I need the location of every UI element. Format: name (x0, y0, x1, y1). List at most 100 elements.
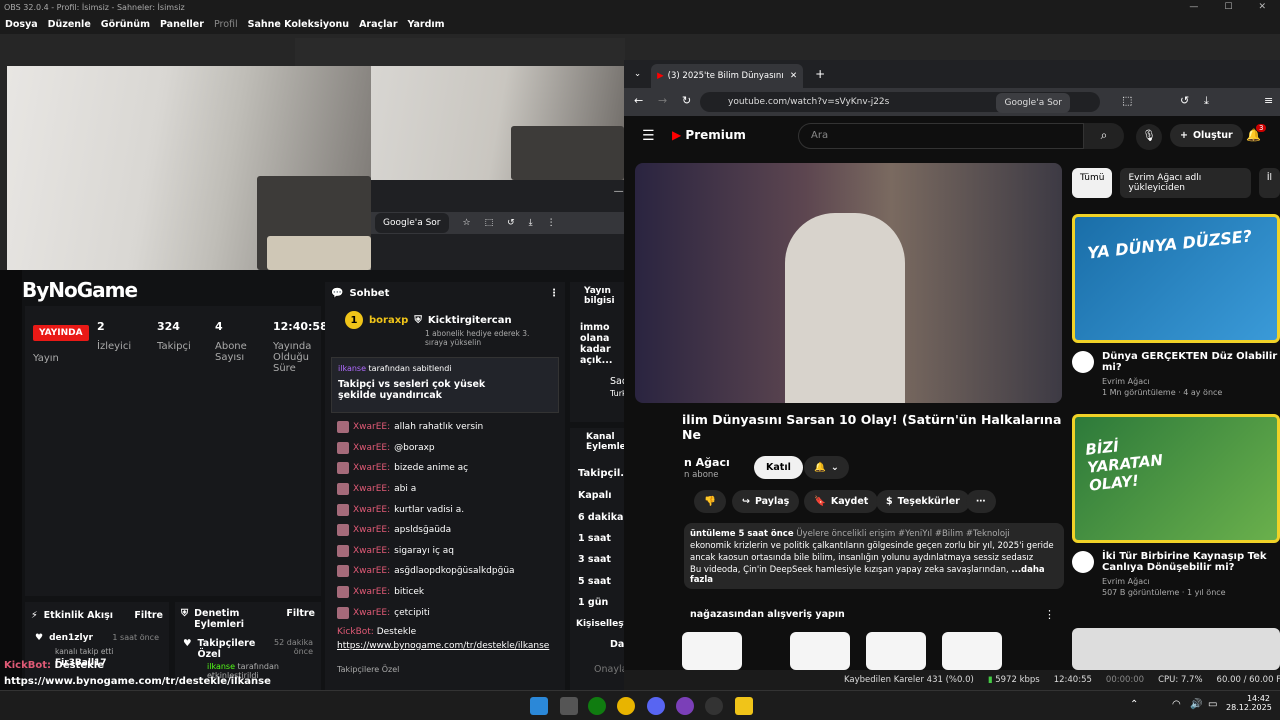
chat-username[interactable]: XwarEE: (353, 587, 390, 597)
obs-title: OBS 32.0.4 - Profil: İsimsiz - Sahneler:… (4, 2, 185, 12)
option-label: 1 gün (578, 597, 609, 609)
chat-username[interactable]: XwarEE: (353, 546, 390, 556)
reload-icon[interactable]: ↻ (682, 94, 691, 107)
tab-list-icon[interactable]: ⌄ (634, 69, 641, 79)
channel-name[interactable]: n Ağacı (684, 456, 730, 469)
url-input[interactable]: youtube.com/watch?v=sVyKnv-j22s Google'a… (700, 92, 1100, 113)
chrome-icon[interactable] (617, 697, 635, 715)
menu-paneller[interactable]: Paneller (160, 19, 204, 30)
description-box[interactable]: üntüleme 5 saat önce Üyelere öncelikli e… (684, 523, 1064, 589)
extensions-icon[interactable]: ⬚ (485, 218, 494, 228)
chat-message: XwarEE: abi a (325, 479, 565, 500)
wifi-icon[interactable]: ◠ (1172, 699, 1181, 710)
search-input[interactable]: Ara (798, 123, 1084, 149)
mod-filter-button[interactable]: Filtre (286, 608, 315, 630)
menu-duzenle[interactable]: Düzenle (48, 19, 91, 30)
maximize-icon[interactable]: ☐ (1224, 2, 1232, 12)
battery-icon[interactable]: ▭ (1208, 699, 1217, 710)
start-icon[interactable] (530, 697, 548, 715)
menu-profil[interactable]: Profil (214, 19, 238, 30)
save-button[interactable]: 🔖 Kaydet (804, 490, 879, 513)
activity-filter-button[interactable]: Filtre (134, 610, 163, 621)
youtube-logo[interactable]: ▶ Premium (672, 128, 746, 142)
menu-dosya[interactable]: Dosya (5, 19, 38, 30)
google-ask-button[interactable]: Google'a Sor (375, 213, 449, 233)
chip-related[interactable]: İl (1258, 168, 1280, 198)
rec-thumbnail: YA DÜNYA DÜZSE? (1072, 214, 1280, 343)
menu-icon[interactable]: ≡ (1264, 94, 1273, 107)
minimize-icon[interactable]: — (614, 186, 624, 197)
task-view-icon[interactable] (560, 697, 578, 715)
join-button[interactable]: Katıl (754, 456, 803, 479)
new-tab-icon[interactable]: + (815, 67, 825, 81)
create-button[interactable]: + Oluştur (1170, 124, 1243, 147)
close-icon[interactable]: ✕ (790, 71, 803, 81)
url-text: youtube.com/watch?v=sVyKnv-j22s (728, 97, 890, 107)
mic-icon[interactable]: 🎙 (1136, 124, 1162, 150)
close-icon[interactable]: ✕ (1258, 2, 1266, 12)
chat-username[interactable]: XwarEE: (353, 566, 390, 576)
chat-username[interactable]: XwarEE: (353, 505, 390, 515)
youtube-favicon-icon: ▶ (657, 71, 664, 81)
folder-icon[interactable] (735, 697, 753, 715)
google-ask-button[interactable]: Google'a Sor (996, 93, 1070, 113)
more-icon[interactable]: ⋮ (1044, 608, 1055, 621)
rec-video-1[interactable]: YA DÜNYA DÜZSE? Dünya GERÇEKTEN Düz Olab… (1072, 214, 1280, 397)
xbox-icon[interactable] (588, 697, 606, 715)
plus-icon: + (1180, 130, 1188, 141)
chat-username[interactable]: XwarEE: (353, 608, 390, 618)
option-label: Kapalı (578, 490, 612, 502)
chip-uploader[interactable]: Evrim Ağacı adlı yükleyiciden (1120, 168, 1251, 198)
dislike-button[interactable]: 👎 (694, 490, 726, 513)
channel-avatar[interactable] (1072, 351, 1094, 373)
menu-araclar[interactable]: Araçlar (359, 19, 397, 30)
thanks-button[interactable]: $ Teşekkürler (876, 490, 970, 513)
merch-item[interactable] (682, 632, 742, 670)
pinned-message[interactable]: ilkanse tarafından sabitlendi Takipçi vs… (331, 357, 559, 413)
rec-video-2[interactable]: BİZİ YARATAN OLAY! İki Tür Birbirine Kay… (1072, 414, 1280, 597)
clock[interactable]: 14:42 28.12.2025 (1226, 694, 1272, 712)
menu-sahne-koleksiyonu[interactable]: Sahne Koleksiyonu (248, 19, 349, 30)
minimize-icon[interactable]: — (1189, 2, 1198, 12)
chevron-up-icon[interactable]: ⌃ (1130, 699, 1138, 710)
back-icon[interactable]: ← (634, 94, 643, 107)
subscribe-bell-button[interactable]: 🔔 ⌄ (804, 456, 849, 479)
video-player[interactable] (635, 163, 1062, 403)
chat-text: sigarayı iç aq (394, 545, 455, 556)
menu-gorunum[interactable]: Görünüm (101, 19, 150, 30)
chat-username[interactable]: XwarEE: (353, 484, 390, 494)
download-icon[interactable]: ⤓ (1204, 94, 1209, 108)
more-actions-button[interactable]: ⋯ (966, 490, 996, 513)
tab-youtube[interactable]: ▶ (3) 2025'te Bilim Dünyasını ✕ (651, 64, 804, 88)
app-icon[interactable] (676, 697, 694, 715)
volume-icon[interactable]: 🔊 (1190, 699, 1202, 710)
share-button[interactable]: ↪ Paylaş (732, 490, 800, 513)
bot-link[interactable]: https://www.bynogame.com/tr/destekle/ilk… (325, 641, 565, 651)
chat-username[interactable]: XwarEE: (353, 443, 390, 453)
merch-item[interactable] (942, 632, 1002, 670)
merch-item[interactable] (790, 632, 850, 670)
mod-time: 52 dakika önce (274, 638, 313, 656)
discord-icon[interactable] (647, 697, 665, 715)
rec-video-3[interactable] (1072, 628, 1280, 670)
menu-icon[interactable]: ⋮ (547, 218, 556, 228)
channel-avatar[interactable] (1072, 551, 1094, 573)
menu-yardim[interactable]: Yardım (408, 19, 445, 30)
search-icon[interactable]: ⌕ (1084, 123, 1124, 149)
chat-username[interactable]: XwarEE: (353, 463, 390, 473)
extensions-icon[interactable]: ⬚ (1122, 94, 1132, 107)
forward-icon[interactable]: → (658, 94, 667, 107)
merch-item[interactable] (866, 632, 926, 670)
star-icon[interactable]: ☆ (463, 218, 471, 228)
history-icon[interactable]: ↺ (1180, 94, 1189, 107)
history-icon[interactable]: ↺ (507, 218, 515, 228)
download-icon[interactable]: ⤓ (529, 218, 533, 228)
chat-message: XwarEE: bizede anime aç (325, 458, 565, 479)
more-icon[interactable]: ⋮ (549, 288, 559, 299)
hamburger-icon[interactable]: ☰ (642, 128, 655, 144)
chat-username[interactable]: XwarEE: (353, 422, 390, 432)
chip-all[interactable]: Tümü (1072, 168, 1113, 198)
obs-icon[interactable] (705, 697, 723, 715)
youtube-browser-window: ⌄ ▶ (3) 2025'te Bilim Dünyasını ✕ + ← → ↻ … (624, 60, 1280, 670)
chat-username[interactable]: XwarEE: (353, 525, 390, 535)
